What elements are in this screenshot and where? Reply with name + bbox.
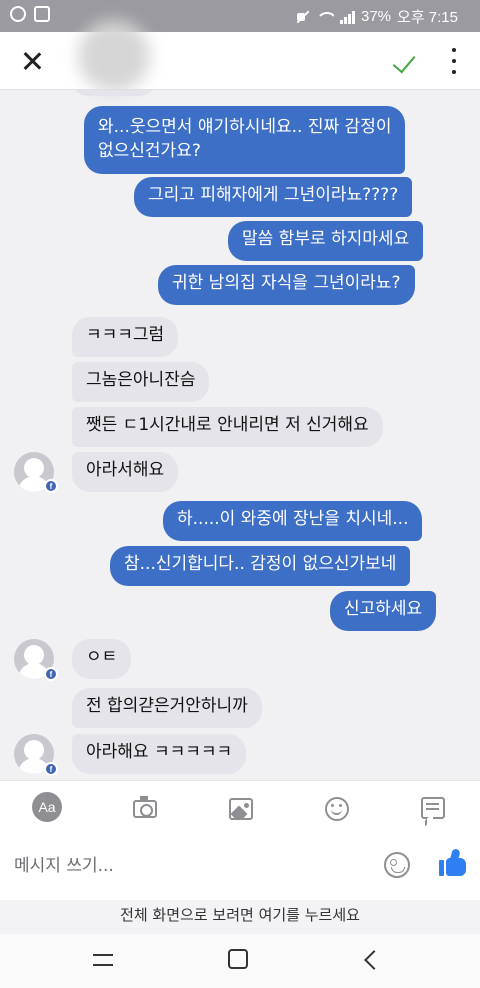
- text-format-icon[interactable]: Aa: [32, 792, 62, 822]
- message-bubble-incoming[interactable]: 아라서해요: [72, 452, 179, 492]
- emoji-icon[interactable]: [325, 797, 349, 821]
- sticker-icon[interactable]: [384, 852, 410, 878]
- gallery-notification-icon: [34, 6, 50, 22]
- message-bubble-outgoing[interactable]: 참...신기합니다.. 감정이 없으신가보네: [110, 546, 411, 586]
- status-bar: 37% 오후 7:15: [0, 0, 480, 32]
- partial-message-bubble: [72, 90, 156, 96]
- messenger-badge-icon: f: [44, 479, 58, 493]
- composer: [0, 832, 480, 900]
- note-icon[interactable]: [421, 797, 445, 819]
- recent-apps-icon[interactable]: [93, 951, 113, 969]
- message-bubble-incoming[interactable]: ㅇㅌ: [72, 639, 132, 679]
- messenger-badge-icon: f: [44, 667, 58, 681]
- message-bubble-outgoing[interactable]: 신고하세요: [330, 591, 437, 631]
- more-vertical-icon[interactable]: [446, 48, 462, 74]
- contact-avatar-blurred: [78, 20, 150, 92]
- message-bubble-incoming[interactable]: 아라해요 ㅋㅋㅋㅋㅋ: [72, 734, 247, 774]
- thumbs-up-icon[interactable]: [438, 848, 468, 878]
- clock: 오후 7:15: [397, 9, 458, 26]
- message-list[interactable]: 와...웃으면서 얘기하시네요.. 진짜 감정이 없으신건가요? 그리고 피해자…: [0, 90, 480, 780]
- battery-percent: 37%: [361, 8, 392, 25]
- notification-icons: [10, 6, 50, 22]
- message-input[interactable]: [14, 852, 354, 880]
- system-nav-bar: [0, 934, 480, 988]
- fullscreen-hint[interactable]: 전체 화면으로 보려면 여기를 누르세요: [0, 900, 480, 934]
- app-notification-icon: [10, 6, 26, 22]
- close-icon[interactable]: [16, 46, 48, 78]
- wifi-icon: [316, 10, 334, 24]
- home-icon[interactable]: [228, 949, 248, 969]
- message-bubble-outgoing[interactable]: 와...웃으면서 얘기하시네요.. 진짜 감정이 없으신건가요?: [84, 106, 406, 174]
- back-icon[interactable]: [364, 949, 384, 971]
- message-bubble-outgoing[interactable]: 그리고 피해자에게 그년이라뇨????: [134, 177, 413, 217]
- composer-toolbar: Aa: [0, 780, 480, 832]
- message-bubble-incoming[interactable]: ㅋㅋㅋ그럼: [72, 317, 179, 357]
- message-line: 없으신건가요?: [98, 141, 201, 161]
- image-icon[interactable]: [229, 798, 253, 820]
- signal-icon: [340, 10, 355, 24]
- message-line: 와...웃으면서 얘기하시네요.. 진짜 감정이: [98, 117, 392, 137]
- message-bubble-outgoing[interactable]: 귀한 남의집 자식을 그년이라뇨?: [158, 265, 415, 305]
- messenger-badge-icon: f: [44, 762, 58, 776]
- camera-icon[interactable]: [133, 796, 157, 818]
- message-bubble-incoming[interactable]: 쨋든 ㄷ1시간내로 안내리면 저 신거해요: [72, 407, 383, 447]
- message-bubble-outgoing[interactable]: 말씀 함부로 하지마세요: [228, 221, 424, 261]
- message-bubble-outgoing[interactable]: 하.....이 와중에 장난을 치시네...: [163, 501, 423, 541]
- check-icon[interactable]: [392, 46, 422, 76]
- message-bubble-incoming[interactable]: 전 합의갿은거안하니까: [72, 688, 262, 728]
- status-indicators: 37% 오후 7:15: [296, 6, 458, 27]
- conversation-header: [0, 20, 480, 92]
- message-bubble-incoming[interactable]: 그놈은아니잔슴: [72, 362, 210, 402]
- mute-icon: [296, 10, 310, 24]
